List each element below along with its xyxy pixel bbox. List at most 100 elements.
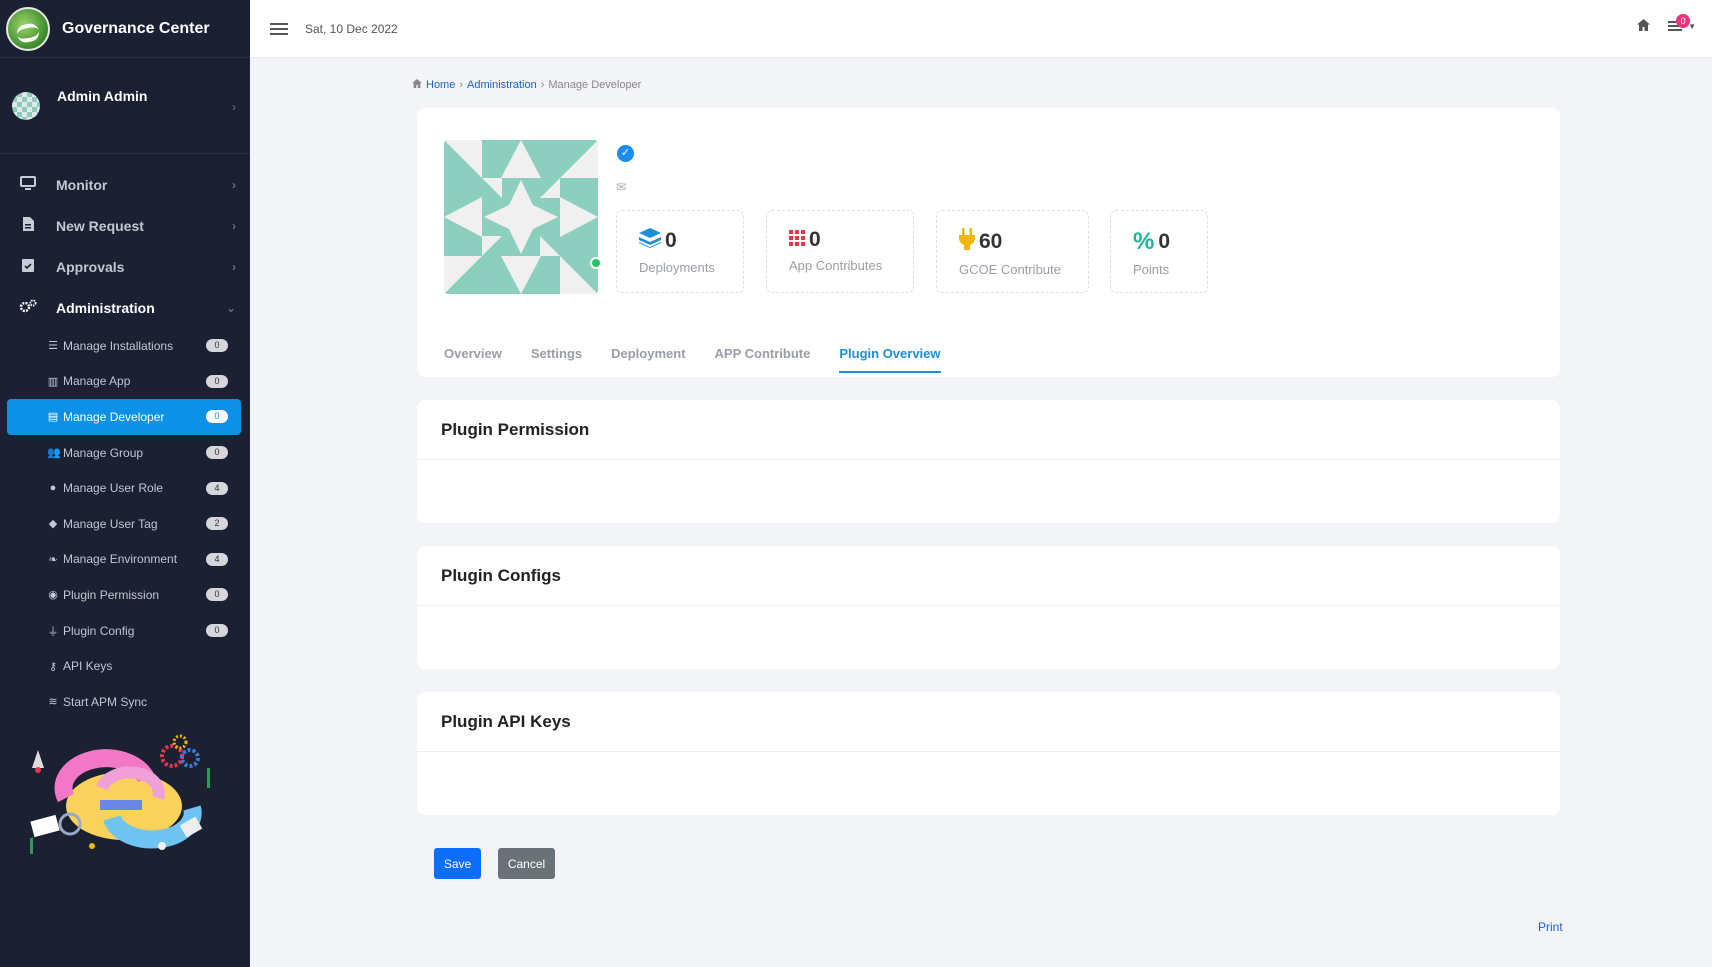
sidebar-item-manage-group[interactable]: 👥 Manage Group 0 xyxy=(0,435,250,471)
stat-app-contributes: 0 App Contributes xyxy=(766,210,914,293)
breadcrumb-admin-link[interactable]: Administration xyxy=(467,79,537,91)
online-status-indicator xyxy=(590,257,602,269)
section-title: Plugin API Keys xyxy=(417,692,1560,752)
plug-icon xyxy=(959,228,975,256)
section-title: Plugin Permission xyxy=(417,400,1560,460)
tab-deployment[interactable]: Deployment xyxy=(611,346,685,373)
save-button[interactable]: Save xyxy=(434,848,481,879)
sidebar-item-api-keys[interactable]: ⚷ API Keys xyxy=(0,648,250,684)
file-icon xyxy=(18,216,38,235)
nav-label: Administration xyxy=(56,299,155,316)
avatar xyxy=(12,92,40,120)
brand[interactable]: Governance Center xyxy=(0,0,250,58)
count-badge: 0 xyxy=(206,374,228,388)
sidebar-item-plugin-permission[interactable]: ◉ Plugin Permission 0 xyxy=(0,577,250,613)
stat-label: Deployments xyxy=(639,260,715,275)
notifications-button[interactable]: 0 ▼ xyxy=(1668,14,1696,32)
monitor-icon xyxy=(18,175,38,194)
sidebar-item-label: Manage Developer xyxy=(63,409,165,424)
sidebar-item-label: Start APM Sync xyxy=(63,694,148,709)
count-badge: 0 xyxy=(206,339,228,353)
nav-label: New Request xyxy=(56,217,144,234)
sidebar-illustration xyxy=(30,734,210,854)
nav-label: Approvals xyxy=(56,258,125,275)
count-badge: 0 xyxy=(206,588,228,602)
user-panel[interactable]: Admin Admin › xyxy=(0,58,250,154)
stat-label: Points xyxy=(1133,262,1170,277)
tab-settings[interactable]: Settings xyxy=(531,346,582,373)
sidebar-item-label: Manage Group xyxy=(63,445,144,460)
chevron-right-icon: › xyxy=(232,177,236,192)
sidebar-item-manage-app[interactable]: ▥ Manage App 0 xyxy=(0,364,250,400)
envelope-icon: ✉ xyxy=(616,180,627,194)
sidebar-item-manage-user-role[interactable]: ● Manage User Role 4 xyxy=(0,470,250,506)
count-badge: 4 xyxy=(206,481,228,495)
count-badge: 0 xyxy=(206,410,228,424)
profile-card: ✓ ✉ 0 Deployments 0 App Contributes 60 G… xyxy=(417,108,1560,377)
print-link[interactable]: Print xyxy=(1538,920,1563,934)
nav-label: Monitor xyxy=(56,176,108,193)
sidebar-item-label: Manage Environment xyxy=(63,552,178,567)
hamburger-menu-icon[interactable] xyxy=(270,20,288,38)
eye-icon: ◉ xyxy=(48,589,58,602)
sidebar-item-manage-installations[interactable]: ☰ Manage Installations 0 xyxy=(0,328,250,364)
main-nav: Monitor › New Request › Approvals › Admi… xyxy=(0,154,250,720)
server-icon: ☰ xyxy=(48,340,58,353)
nav-item-administration[interactable]: Administration ⌄ xyxy=(0,287,250,328)
brand-logo xyxy=(6,6,50,51)
stat-deployments: 0 Deployments xyxy=(616,210,744,293)
verified-badge-icon: ✓ xyxy=(617,145,634,162)
nav-item-monitor[interactable]: Monitor › xyxy=(0,164,250,205)
chevron-right-icon: › xyxy=(232,259,236,274)
count-badge: 4 xyxy=(206,552,228,566)
id-card-icon: ▤ xyxy=(47,411,59,424)
leaf-icon: ❧ xyxy=(48,553,58,566)
stat-points: % 0 Points xyxy=(1110,210,1208,293)
tab-plugin-overview[interactable]: Plugin Overview xyxy=(839,346,941,373)
stat-value: 0 xyxy=(809,228,821,251)
tag-icon: ◆ xyxy=(48,518,58,531)
stat-value: 0 xyxy=(665,229,677,252)
user-icon: ● xyxy=(49,482,57,495)
notification-badge: 0 xyxy=(1676,14,1691,28)
grid-icon xyxy=(789,229,805,252)
stat-label: GCOE Contribute xyxy=(959,262,1061,277)
current-date: Sat, 10 Dec 2022 xyxy=(305,21,398,36)
user-name: Admin Admin xyxy=(57,88,148,104)
topbar-actions: 0 ▼ xyxy=(1637,14,1696,34)
key-icon: ⚷ xyxy=(48,660,58,673)
layers-icon: ≋ xyxy=(48,696,58,709)
chevron-right-icon: › xyxy=(232,100,236,114)
section-title: Plugin Configs xyxy=(417,546,1560,606)
plugin-permission-card: Plugin Permission xyxy=(417,400,1560,523)
breadcrumb-separator: › xyxy=(540,79,545,91)
percent-icon: % xyxy=(1133,228,1155,255)
sidebar-item-label: Manage User Tag xyxy=(63,516,158,531)
breadcrumb-home-link[interactable]: Home xyxy=(426,79,455,91)
tab-app-contribute[interactable]: APP Contribute xyxy=(715,346,811,373)
sidebar: Governance Center Admin Admin › Monitor … xyxy=(0,0,250,967)
tab-overview[interactable]: Overview xyxy=(444,346,502,373)
plugin-configs-card: Plugin Configs xyxy=(417,546,1560,669)
nav-item-new-request[interactable]: New Request › xyxy=(0,205,250,246)
sidebar-item-manage-user-tag[interactable]: ◆ Manage User Tag 2 xyxy=(0,506,250,542)
sidebar-item-label: Plugin Permission xyxy=(63,587,160,602)
sidebar-item-label: API Keys xyxy=(63,659,113,674)
sidebar-item-manage-developer[interactable]: ▤ Manage Developer 0 xyxy=(7,399,241,435)
nav-item-approvals[interactable]: Approvals › xyxy=(0,246,250,287)
sidebar-item-label: Plugin Config xyxy=(63,623,135,638)
profile-tabs: Overview Settings Deployment APP Contrib… xyxy=(444,346,941,373)
stat-gcoe-contribute: 60 GCOE Contribute xyxy=(936,210,1089,293)
sidebar-item-start-apm-sync[interactable]: ≋ Start APM Sync xyxy=(0,684,250,720)
plugin-api-keys-card: Plugin API Keys xyxy=(417,692,1560,815)
sidebar-item-label: Manage Installations xyxy=(63,338,174,353)
sidebar-item-plugin-config[interactable]: ⏚ Plugin Config 0 xyxy=(0,613,250,649)
sidebar-item-manage-environment[interactable]: ❧ Manage Environment 4 xyxy=(0,542,250,578)
count-badge: 2 xyxy=(206,517,228,531)
stat-value: 0 xyxy=(1158,230,1171,253)
cancel-button[interactable]: Cancel xyxy=(498,848,555,879)
columns-icon: ▥ xyxy=(47,375,59,388)
home-icon[interactable] xyxy=(1637,18,1651,34)
chevron-down-icon: ⌄ xyxy=(225,300,236,315)
breadcrumb-current: Manage Developer xyxy=(548,79,642,91)
